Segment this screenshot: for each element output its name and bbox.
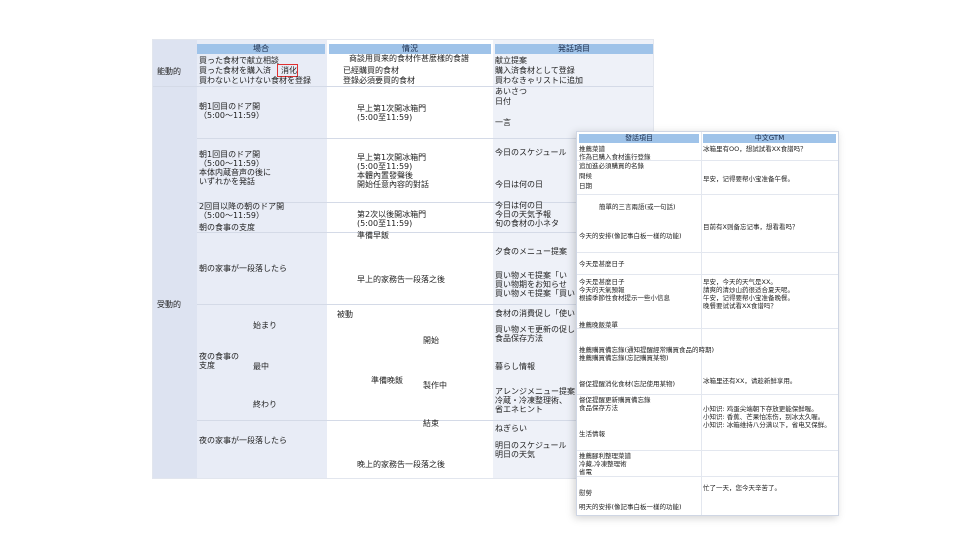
scene-row: 買った食材で献立相談 [199,56,279,65]
column-divider [701,132,702,515]
utterance-row: 生活情報 [579,430,605,438]
scene-row: 夜の家事が一段落したら [199,436,287,445]
utterance-row: ねぎらい [495,424,527,433]
scene-row: 朝の食事の支度 [199,223,255,232]
utterance-row: 暮らし情報 [495,362,535,371]
row-divider [577,274,838,275]
situation-row: 已經購買的食材 [343,66,399,75]
situation-row: 晚上的家務告一段落之後 [357,460,445,469]
header-situation: 情況 [329,44,491,54]
utterance-row: 買わなきゃリストに追加 [495,76,583,85]
utterance-row: 推薦菜譜 [579,145,605,153]
utterance-row: 献立提案 [495,56,527,65]
scene-row: 朝の家事が一段落したら [199,264,287,273]
scene-row: 2回目以降の朝のドア開 （5:00～11:59） [199,202,285,220]
gtm-row: 冰箱里还有XX，请趁新鲜享用。 [703,377,797,385]
utterance-row: 日付 [495,97,511,106]
utterance-row: 今日のスケジュール [495,148,567,157]
utterance-row: 推薦腳利整理菜譜 冷藏,冷凍整理術 省電 [579,452,631,476]
situation-row: 早上第1次開冰箱門 (5:00至11:59) 本體內置發聲後 開始任意內容的對話 [357,153,429,189]
scene-row: 朝1回目のドア開 （5:00～11:59） 本体内蔵音声の後に いずれかを発話 [199,150,271,186]
utterance-row: 明日のスケジュール 明日の天気 [495,441,567,459]
category-active: 能動的 [157,67,181,76]
utterance-row: 今日は何の日 [495,180,543,189]
row-divider [153,86,653,87]
utterance-row: 日期 [579,182,592,190]
utterance-row: 追加進必須購買的名錄 [579,162,644,170]
utterance-row: 夕食のメニュー提案 [495,247,567,256]
utterance-row: 一言 [495,118,511,127]
situation-row: 早上的家務告一段落之後 [357,275,445,284]
utterance-row: 簡單的三言兩語(或一句話) [599,203,676,211]
header-utterance: 発話項目 [495,44,653,54]
situation-row: 商談用買来的食材作甚麼樣的食譜 [349,54,469,63]
scene-row: 買わないといけない食材を登録 [199,76,311,85]
gtm-row: 早安，今天的天气是XX。 請爽的清炒山药很适合夏天呢。 午安，记得要帮小宝准备晚… [703,278,794,310]
chinese-translation-sheet: 發話項目 中文GTM 推薦菜譜 作為已購入食材進行登錄 追加進必須購買的名錄 問… [576,131,839,516]
category-passive: 受動的 [157,300,181,309]
situation-sub-middle: 製作中 [423,381,447,390]
header-chinese-gtm: 中文GTM [703,134,836,143]
row-divider [577,476,838,477]
utterance-row: 今日は何の日 今日の天気予報 旬の食材の小ネタ [495,201,559,228]
utterance-row: 慰勞 [579,489,592,497]
scene-row: 夜の食事の 支度 [199,352,239,370]
utterance-row: 問候 [579,172,592,180]
row-divider [577,450,838,451]
gtm-row: 目前有X则备忘记事，想看看吗？ [703,223,799,231]
situation-row: 登錄必須要買的食材 [343,76,415,85]
situation-sub-end: 結束 [423,419,439,428]
gtm-row: 小知识: 鸡蛋尖端朝下存放更能保鲜喔。 小知识: 香蕉、芒果怕冻伤，别冰太久喔。… [703,405,831,429]
scene-sub-end: 終わり [253,400,277,409]
situation-row: 準備早飯 [357,231,389,240]
utterance-row: 督促提醒更新購買備忘錄 食品保存方法 [579,396,651,412]
utterance-row: 買い物メモ更新の促し 食品保存方法 [495,325,575,343]
utterance-row: 推薦購買備忘錄(通知提醒經常購買食品的時期) 推薦購買備忘錄(忘記購買某物) [579,346,715,362]
situation-row: 第2次以後開冰箱門 (5:00至11:59) [357,210,427,228]
situation-sub-start: 開始 [423,336,439,345]
utterance-row: 購入済食材として登録 [495,66,575,75]
gtm-row: 忙了一天，您今天辛苦了。 [703,484,781,492]
scene-row: 朝1回目のドア開 （5:00～11:59） [199,102,265,120]
scene-sub-start: 始まり [253,321,277,330]
utterance-row: 買い物メモ提案「い 買い物期をお知らせ 買い物メモ提案「買い [495,271,575,298]
utterance-row: 食材の消費促し「使い [495,309,575,318]
row-divider [577,194,838,195]
header-utterance: 發話項目 [579,134,699,143]
row-divider [577,252,838,253]
utterance-row: 作為已購入食材進行登錄 [579,153,651,161]
utterance-row: 督促提醒消化食材(忘記使用某物) [579,380,676,388]
utterance-row: 今天的安排(像記事白板一樣的功能) [579,232,682,240]
gtm-row: 冰箱里有OO，想試試看XX食譜吗？ [703,145,807,153]
scene-sub-middle: 最中 [253,362,269,371]
utterance-row: 明天的安排(像記事白板一樣的功能) [579,503,682,511]
situation-passive: 被動 [337,310,353,319]
header-scene: 場合 [197,44,325,54]
category-column [153,40,197,478]
utterance-row: あいさつ [495,87,527,96]
utterance-row: 今天是甚麼日子 今天的天氣預報 根據季節性食材提示一些小信息 [579,278,670,302]
utterance-row: 推薦晚飯菜單 [579,321,618,329]
utterance-row: 今天是甚麼日子 [579,260,625,268]
situation-row: 早上第1次開冰箱門 (5:00至11:59) [357,104,427,122]
scene-row: 買った食材を購入済 [199,66,271,75]
row-divider [577,394,838,395]
situation-row: 準備晚飯 [371,376,403,385]
utterance-row: アレンジメニュー提案 冷蔵・冷凍整理術、 省エネヒント [495,387,575,414]
gtm-row: 早安，记得要帮小宝准备午餐。 [703,175,794,183]
